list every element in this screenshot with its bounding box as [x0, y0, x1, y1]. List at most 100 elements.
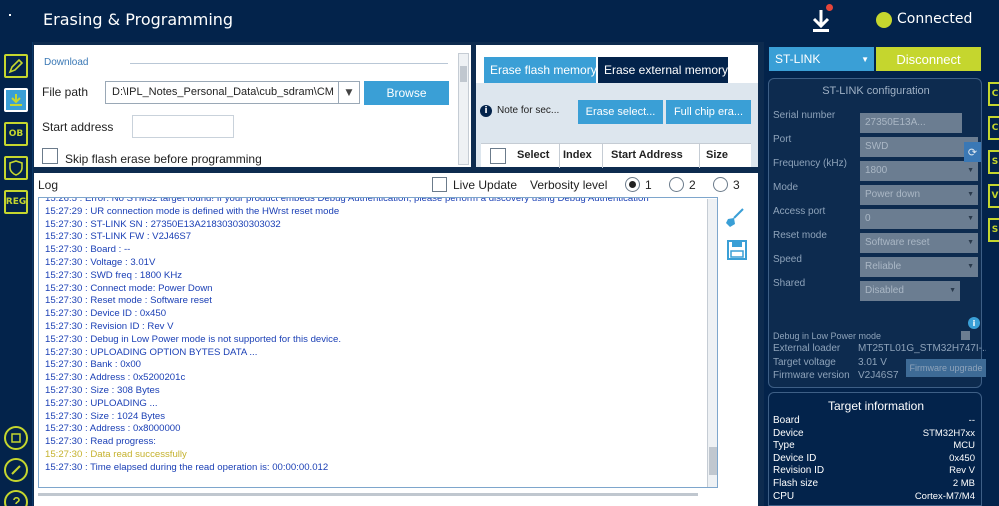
low-power-label: Debug in Low Power mode: [773, 331, 882, 341]
col-start-address: Start Address: [611, 149, 683, 161]
file-path-dropdown-button[interactable]: ▼: [338, 82, 359, 103]
option-bytes-label: OB: [8, 129, 24, 139]
chevron-down-icon: ▼: [861, 55, 869, 64]
live-update-checkbox[interactable]: [432, 177, 447, 192]
erasing-programming-button[interactable]: [4, 88, 28, 112]
target-row-value: --: [968, 415, 975, 426]
security-button[interactable]: [4, 156, 28, 180]
config-field-select[interactable]: Power down ▼: [860, 185, 978, 205]
log-scrollbar[interactable]: [707, 199, 717, 487]
memory-editing-button[interactable]: [4, 54, 28, 78]
strip-button-3[interactable]: S: [988, 150, 999, 174]
strip-button-4[interactable]: V: [988, 184, 999, 208]
log-line: 15:27:30 : Bank : 0x00: [45, 359, 142, 371]
verbosity-radio-3[interactable]: [713, 177, 728, 192]
page-title: Erasing & Programming: [43, 10, 234, 29]
verbosity-level-1: 1: [645, 178, 652, 192]
log-line: 15:27:30 : UPLOADING OPTION BYTES DATA .…: [45, 346, 258, 358]
disconnect-button[interactable]: Disconnect: [876, 47, 981, 71]
config-field-label: Speed: [773, 254, 802, 265]
log-line: 15:27:30 : ST-LINK FW : V2J46S7: [45, 231, 192, 243]
chevron-down-icon: ▼: [949, 287, 956, 294]
tab-erase-external[interactable]: Erase external memory: [598, 57, 728, 83]
config-field-select[interactable]: 27350E13A...: [860, 113, 962, 133]
download-arrow-icon[interactable]: [806, 6, 836, 36]
select-all-checkbox[interactable]: [490, 148, 506, 164]
strip-button-5[interactable]: S: [988, 218, 999, 242]
download-scrollbar[interactable]: [458, 53, 469, 165]
start-address-input[interactable]: [132, 115, 234, 138]
option-bytes-button[interactable]: OB: [4, 122, 28, 146]
swv-button[interactable]: [4, 426, 28, 450]
config-field-select[interactable]: Reliable ▼: [860, 257, 978, 277]
verbosity-radio-2[interactable]: [669, 177, 684, 192]
erase-selected-button[interactable]: Erase select...: [578, 100, 663, 124]
config-field-label: Port: [773, 134, 792, 145]
target-row-label: Board: [773, 415, 800, 426]
log-line: 15:27:30 : SWD freq : 1800 KHz: [45, 269, 183, 281]
full-chip-erase-button[interactable]: Full chip era...: [666, 100, 751, 124]
scrollbar-thumb[interactable]: [460, 66, 467, 82]
file-path-input[interactable]: D:\IPL_Notes_Personal_Data\cub_sdram\CM: [105, 81, 360, 104]
config-field-value: 0: [865, 213, 871, 224]
live-update-label: Live Update: [453, 178, 518, 192]
log-line: 15:27:30 : Debug in Low Power mode is no…: [45, 333, 341, 345]
interface-select[interactable]: ST-LINK ▼: [769, 47, 874, 71]
menu-icon[interactable]: [8, 8, 30, 34]
sector-table-header: Select Index Start Address Size: [481, 143, 751, 168]
target-row-label: CPU: [773, 490, 795, 502]
log-line: 15:27:30 : Address : 0x5200201c: [45, 372, 186, 384]
chevron-down-icon: ▼: [967, 167, 974, 174]
target-row-label: Device: [773, 427, 804, 439]
pencil-icon: [8, 58, 24, 74]
refresh-serial-button[interactable]: ⟳: [964, 142, 981, 162]
stlink-configuration: ST-LINK configuration Serial number 27350…: [768, 78, 990, 388]
config-field-select[interactable]: Software reset ▼: [860, 233, 978, 253]
strip-button-2[interactable]: C: [988, 116, 999, 140]
registers-button[interactable]: REG: [4, 190, 28, 214]
config-field-value: SWD: [865, 141, 889, 152]
skip-erase-checkbox[interactable]: [42, 148, 58, 164]
verbosity-radio-1[interactable]: [625, 177, 640, 192]
help-button[interactable]: [4, 490, 28, 506]
chevron-down-icon: ▼: [967, 239, 974, 246]
beta-button[interactable]: [4, 458, 28, 482]
target-row-value: 0x450: [949, 452, 975, 464]
firmware-upgrade-button[interactable]: Firmware upgrade: [906, 359, 986, 377]
skip-erase-label: Skip flash erase before programming: [65, 152, 262, 166]
config-field-select[interactable]: SWD▼: [860, 137, 978, 157]
target-row-value: Rev V: [949, 465, 975, 477]
browse-button[interactable]: Browse: [364, 81, 449, 105]
log-horizontal-scrollbar[interactable]: [38, 493, 698, 496]
tab-erase-flash[interactable]: Erase flash memory: [484, 57, 597, 83]
target-voltage-value: 3.01 V: [858, 357, 887, 368]
save-log-icon[interactable]: [726, 239, 748, 261]
firmware-version-value: V2J46S7: [858, 370, 899, 381]
target-row-value: Cortex-M7/M4: [914, 490, 975, 502]
strip-button-1[interactable]: C: [988, 82, 999, 106]
config-field-select[interactable]: 1800 ▼: [860, 161, 978, 181]
col-size: Size: [706, 149, 729, 161]
col-separator: [699, 144, 700, 168]
clear-log-icon[interactable]: [724, 207, 746, 229]
config-field-label: Reset mode: [773, 230, 827, 241]
config-field-select[interactable]: Disabled ▼: [860, 281, 960, 301]
log-line: 15:26:5 : Error: No STM32 target found! …: [45, 197, 649, 204]
shared-info-icon[interactable]: i: [968, 317, 980, 329]
target-voltage-label: Target voltage: [773, 357, 836, 368]
log-line: 15:27:30 : Address : 0x8000000: [45, 423, 181, 435]
log-output[interactable]: 15:26:5 : Error: No STM32 target found! …: [38, 197, 718, 488]
target-row-value: MCU: [953, 440, 975, 452]
log-line: 15:27:30 : Device ID : 0x450: [45, 308, 167, 320]
log-line: 15:27:30 : Data read successfully: [45, 449, 187, 460]
notification-dot: [826, 4, 833, 11]
external-loader-value: MT25TL01G_STM32H747I-...: [858, 343, 991, 354]
log-line: 15:27:30 : UPLOADING ...: [45, 397, 158, 409]
log-line: 15:27:30 : ST-LINK SN : 27350E13A2183030…: [45, 218, 281, 230]
config-field-select[interactable]: 0 ▼: [860, 209, 978, 229]
config-field-value: Power down: [865, 189, 921, 200]
scrollbar-thumb[interactable]: [709, 447, 717, 475]
registers-label: REG: [5, 197, 27, 207]
low-power-checkbox[interactable]: [961, 331, 970, 340]
log-line: 15:27:30 : Voltage : 3.01V: [45, 257, 156, 268]
